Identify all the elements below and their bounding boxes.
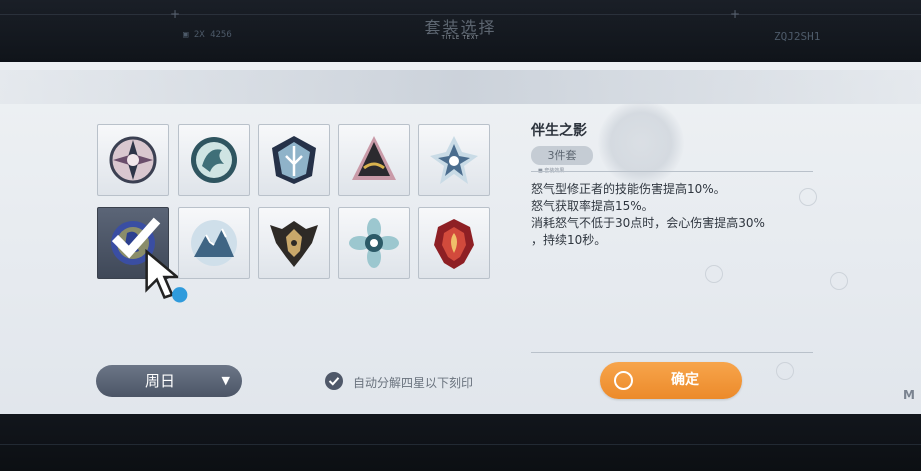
piece-count-badge: 3件套 — [531, 146, 593, 165]
mask-emblem-icon — [270, 221, 318, 267]
detail-divider — [531, 171, 813, 172]
set-slot-5[interactable] — [418, 124, 490, 196]
set-name: 伴生之影 — [531, 123, 587, 139]
set-slot-2[interactable] — [178, 124, 250, 196]
set-slot-9[interactable] — [338, 207, 410, 279]
mountain-emblem-icon — [191, 220, 237, 266]
day-dropdown-value: 周日 — [144, 372, 175, 390]
corner-logo: M — [903, 388, 915, 402]
tree-emblem-icon — [272, 136, 316, 184]
ice-crystal-emblem-icon — [430, 136, 478, 184]
dragon-emblem-icon — [191, 137, 237, 183]
dialog-header-band — [0, 70, 921, 104]
description-line: 怒气获取率提高15%。 — [531, 199, 654, 213]
decorative-disc — [598, 100, 684, 186]
decorative-dot — [830, 272, 848, 290]
pinwheel-emblem-icon — [109, 136, 157, 184]
set-slot-3[interactable] — [258, 124, 330, 196]
set-slot-7[interactable] — [178, 207, 250, 279]
set-slot-10[interactable] — [418, 207, 490, 279]
confirm-button-label: 确定 — [671, 372, 699, 388]
set-slot-6[interactable] — [97, 207, 188, 303]
decorative-dot — [776, 362, 794, 380]
set-grid — [97, 124, 493, 303]
set-slot-1[interactable] — [97, 124, 169, 196]
background-bottom — [0, 414, 921, 471]
auto-decompose-checkbox[interactable] — [324, 371, 344, 391]
auto-decompose-label[interactable]: 自动分解四星以下刻印 — [353, 374, 473, 391]
set-slot-8[interactable] — [258, 207, 330, 279]
flower-emblem-icon — [349, 218, 399, 268]
set-effect-description: 怒气型修正者的技能伤害提高10%。 怒气获取率提高15%。 消耗怒气不低于30点… — [531, 181, 816, 249]
description-line: 消耗怒气不低于30点时，会心伤害提高30% — [531, 216, 765, 230]
set-slot-4[interactable] — [338, 124, 410, 196]
witch-hat-emblem-icon — [352, 136, 396, 180]
background-line — [0, 444, 921, 445]
description-line: 怒气型修正者的技能伤害提高10%。 — [531, 182, 726, 196]
flame-emblem-icon — [434, 219, 474, 269]
day-dropdown[interactable]: 周日 ▼ — [96, 365, 242, 397]
dropdown-arrow-icon: ▼ — [221, 374, 230, 387]
decorative-dot — [705, 265, 723, 283]
description-line: ，持续10秒。 — [531, 233, 607, 247]
detail-bottom-divider — [531, 352, 813, 353]
confirm-button[interactable]: 确定 — [600, 362, 742, 399]
dialog-subtitle: TITLE TEXT — [441, 35, 480, 41]
